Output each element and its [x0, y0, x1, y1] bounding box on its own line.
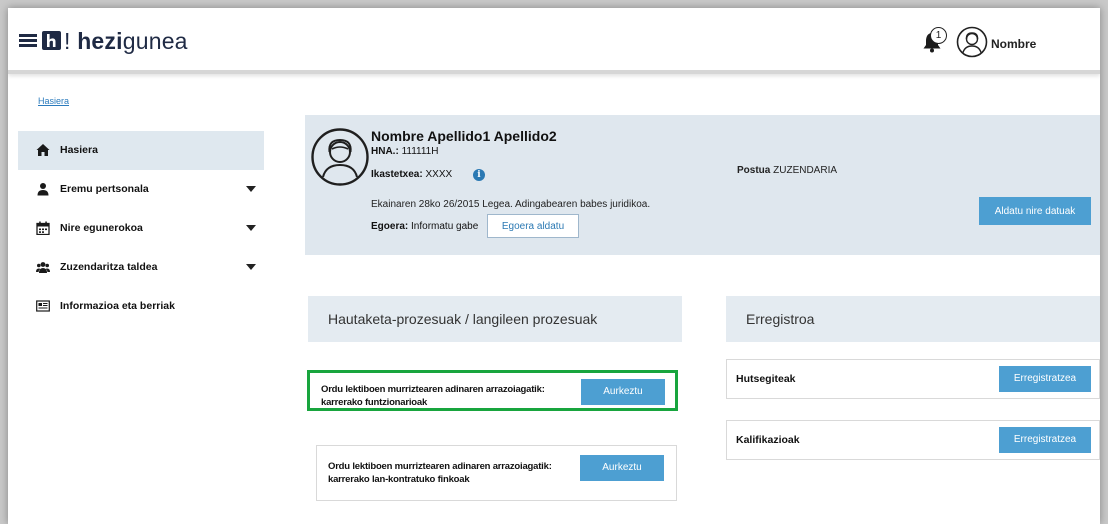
- status-value: Informatu gabe: [411, 221, 479, 232]
- sidebar-item-informazioa-eta-berriak[interactable]: Informazioa eta berriak: [18, 287, 264, 326]
- group-icon: [36, 262, 50, 273]
- law-text: Ekainaren 28ko 26/2015 Legea. Adingabear…: [371, 199, 651, 210]
- process-description: Ordu lektiboen murriztearen adinaren arr…: [328, 460, 578, 486]
- profile-post: Postua ZUZENDARIA: [737, 165, 837, 176]
- registry-item-kalifikazioak: Kalifikazioak Erregistratzea: [726, 420, 1100, 460]
- change-status-button[interactable]: Egoera aldatu: [487, 214, 579, 238]
- process-line-2: karrerako lan-kontratuko finkoak: [328, 474, 470, 485]
- logo-rest: gunea: [122, 28, 188, 54]
- sidebar-item-hasiera[interactable]: Hasiera: [18, 131, 264, 170]
- registry-section-header: Erregistroa: [726, 296, 1100, 342]
- sidebar-item-zuzendaritza-taldea[interactable]: Zuzendaritza taldea: [18, 248, 264, 287]
- process-line-1: Ordu lektiboen murriztearen adinaren arr…: [321, 384, 545, 395]
- user-icon: [37, 183, 49, 196]
- sidebar-item-nire-egunerokoa[interactable]: Nire egunerokoa: [18, 209, 264, 248]
- process-card: Ordu lektiboen murriztearen adinaren arr…: [316, 445, 677, 501]
- sidebar-item-label: Nire egunerokoa: [60, 222, 143, 234]
- news-icon: [36, 300, 50, 312]
- status-label: Egoera:: [371, 221, 409, 232]
- process-line-2: karrerako funtzionarioak: [321, 397, 428, 408]
- logo-icon: [42, 31, 61, 50]
- breadcrumb-home-link[interactable]: Hasiera: [38, 96, 69, 106]
- processes-section-header: Hautaketa-prozesuak / langileen prozesua…: [308, 296, 682, 342]
- calendar-icon: [36, 221, 50, 235]
- sidebar-item-label: Zuzendaritza taldea: [60, 261, 158, 273]
- school-label: Ikastetxea:: [371, 169, 423, 180]
- processes-title: Hautaketa-prozesuak / langileen prozesua…: [328, 311, 598, 327]
- hna-label: HNA.:: [371, 146, 399, 157]
- submit-button[interactable]: Aurkeztu: [581, 379, 665, 405]
- registry-item-label: Kalifikazioak: [736, 434, 800, 446]
- chevron-down-icon[interactable]: [246, 186, 256, 192]
- sidebar-item-label: Hasiera: [60, 144, 98, 156]
- post-value: ZUZENDARIA: [773, 165, 838, 176]
- edit-my-data-button[interactable]: Aldatu nire datuak: [979, 197, 1091, 225]
- sidebar-item-label: Eremu pertsonala: [60, 183, 149, 195]
- process-line-1: Ordu lektiboen murriztearen adinaren arr…: [328, 461, 552, 472]
- info-icon[interactable]: i: [473, 169, 485, 181]
- chevron-down-icon[interactable]: [246, 264, 256, 270]
- hamburger-menu-icon[interactable]: [19, 34, 37, 48]
- registry-item-label: Hutsegiteak: [736, 373, 796, 385]
- process-description: Ordu lektiboen murriztearen adinaren arr…: [321, 383, 571, 409]
- user-name[interactable]: Nombre: [991, 37, 1036, 51]
- post-label: Postua: [737, 165, 771, 176]
- user-avatar-icon[interactable]: [956, 26, 988, 58]
- profile-name: Nombre Apellido1 Apellido2: [371, 128, 557, 144]
- hna-value: 111111H: [401, 146, 439, 157]
- app-window: ! hezigunea 1 Nombre Hasiera Hasiera Ere…: [8, 8, 1100, 524]
- status-line: Egoera: Informatu gabe: [371, 221, 478, 232]
- profile-avatar-icon: [311, 128, 369, 186]
- logo-exclaim: !: [64, 28, 71, 54]
- chevron-down-icon[interactable]: [246, 225, 256, 231]
- sidebar: Hasiera Eremu pertsonala Nire egunerokoa: [18, 131, 264, 326]
- profile-school: Ikastetxea: XXXX: [371, 169, 452, 180]
- registry-title: Erregistroa: [746, 311, 815, 327]
- app-logo-text: ! hezigunea: [64, 28, 188, 55]
- notification-count-badge: 1: [930, 27, 947, 44]
- sidebar-item-label: Informazioa eta berriak: [60, 300, 175, 312]
- registry-item-hutsegiteak: Hutsegiteak Erregistratzea: [726, 359, 1100, 399]
- profile-hna: HNA.: 111111H: [371, 146, 438, 157]
- sidebar-item-eremu-pertsonala[interactable]: Eremu pertsonala: [18, 170, 264, 209]
- register-button[interactable]: Erregistratzea: [999, 427, 1091, 453]
- home-icon: [36, 144, 50, 156]
- school-value: XXXX: [425, 169, 453, 180]
- submit-button[interactable]: Aurkeztu: [580, 455, 664, 481]
- top-header: ! hezigunea 1 Nombre: [8, 8, 1100, 74]
- process-card: Ordu lektiboen murriztearen adinaren arr…: [307, 370, 678, 411]
- logo-bold: hezi: [77, 28, 123, 54]
- register-button[interactable]: Erregistratzea: [999, 366, 1091, 392]
- profile-card: Nombre Apellido1 Apellido2 HNA.: 111111H…: [305, 115, 1100, 255]
